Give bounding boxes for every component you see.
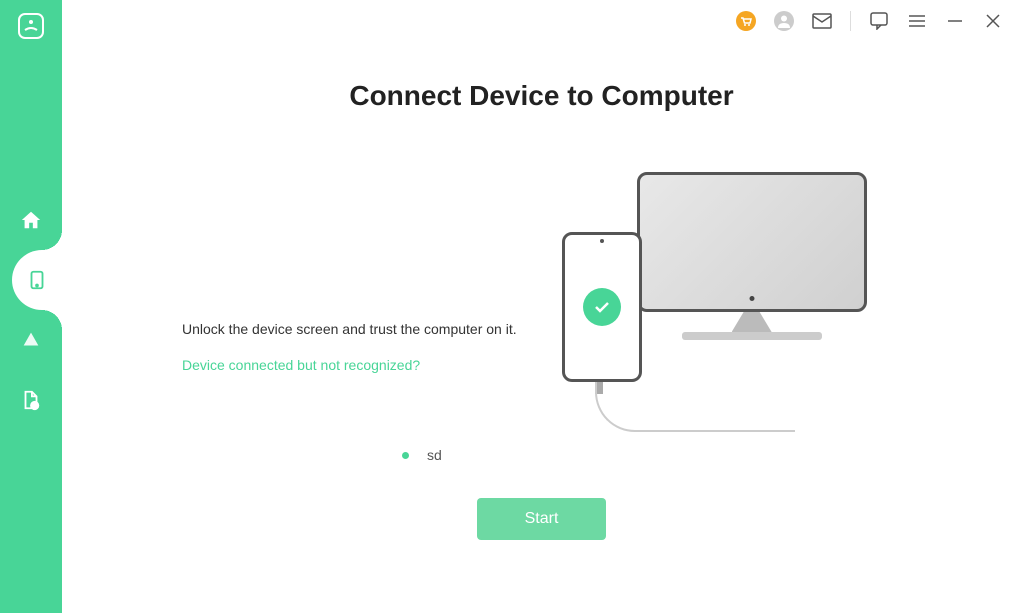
minimize-icon[interactable] — [945, 11, 965, 31]
cart-icon[interactable] — [736, 11, 756, 31]
main-content: Connect Device to Computer Unlock the de… — [62, 0, 1021, 613]
check-icon — [583, 288, 621, 326]
sidebar-item-file-alert[interactable]: ! — [0, 370, 62, 430]
monitor-graphic — [637, 172, 867, 332]
sidebar-item-device[interactable] — [12, 250, 62, 310]
middle-section: Unlock the device screen and trust the c… — [62, 172, 1021, 432]
phone-graphic — [562, 232, 642, 382]
close-icon[interactable] — [983, 11, 1003, 31]
device-illustration — [557, 172, 1021, 432]
device-name: sd — [427, 447, 442, 463]
user-icon[interactable] — [774, 11, 794, 31]
device-indicator: sd — [402, 447, 442, 463]
start-button[interactable]: Start — [477, 498, 607, 540]
mail-icon[interactable] — [812, 11, 832, 31]
app-logo — [17, 12, 45, 40]
feedback-icon[interactable] — [869, 11, 889, 31]
instruction-text: Unlock the device screen and trust the c… — [182, 321, 517, 337]
content-area: Connect Device to Computer Unlock the de… — [62, 42, 1021, 613]
help-link[interactable]: Device connected but not recognized? — [182, 357, 517, 373]
sidebar: ! — [0, 0, 62, 613]
page-title: Connect Device to Computer — [349, 80, 733, 112]
menu-icon[interactable] — [907, 11, 927, 31]
titlebar-divider — [850, 11, 851, 31]
status-dot — [402, 452, 409, 459]
text-section: Unlock the device screen and trust the c… — [182, 231, 517, 373]
sidebar-item-cloud[interactable] — [0, 310, 62, 370]
titlebar — [62, 0, 1021, 42]
